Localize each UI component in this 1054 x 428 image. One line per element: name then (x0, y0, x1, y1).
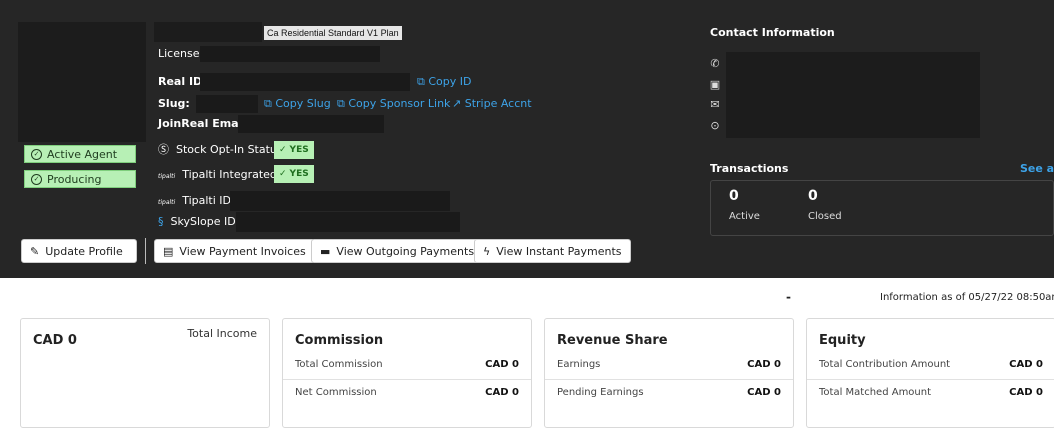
skyslope-id-label: § SkySlope ID: (158, 215, 240, 228)
closed-count: 0 (808, 188, 818, 204)
income-card: CAD 0 Total Income (20, 318, 270, 428)
pencil-icon: ✎ (30, 244, 40, 258)
dollar-circle-icon: Ⓢ (158, 143, 169, 156)
slug-value-redacted (196, 95, 258, 113)
real-id-value-redacted (200, 73, 410, 91)
equity-card: Equity Total Contribution Amount CAD 0 To… (806, 318, 1054, 428)
active-label: Active (729, 211, 760, 222)
id-card-icon: ▣ (709, 78, 721, 91)
list-item: Pending Earnings CAD 0 (545, 379, 793, 405)
tipalti-integrated-value: ✓ YES (274, 165, 314, 183)
copy-icon: ⧉ (337, 97, 345, 110)
copy-id-link[interactable]: ⧉ Copy ID (417, 75, 471, 89)
list-item: Total Commission CAD 0 (295, 358, 519, 370)
commission-title: Commission (295, 333, 384, 348)
revenue-share-title: Revenue Share (557, 333, 668, 348)
see-all-link[interactable]: See all (1020, 162, 1054, 176)
view-outgoing-payments-button[interactable]: ▬ View Outgoing Payments (311, 239, 484, 263)
equity-title: Equity (819, 333, 866, 348)
info-timestamp: Information as of 05/27/22 08:50am (880, 292, 1054, 303)
tipalti-id-value-redacted (230, 191, 450, 211)
card-icon: ▬ (320, 244, 331, 258)
avatar (18, 22, 146, 142)
check-icon: ✓ (279, 169, 287, 179)
agent-name-redacted (154, 22, 262, 42)
copy-sponsor-link[interactable]: ⧉ Copy Sponsor Link (337, 97, 450, 111)
external-link-icon: ↗ (452, 97, 462, 110)
bolt-icon: ϟ (483, 244, 491, 258)
mail-icon: ✉ (710, 98, 720, 111)
producing-badge: ✓ Producing (24, 170, 136, 188)
list-item: Earnings CAD 0 (557, 358, 781, 370)
slug-label: Slug: (158, 97, 190, 110)
email-value-redacted (238, 115, 384, 133)
list-item: Total Contribution Amount CAD 0 (819, 358, 1043, 370)
stock-status-label: Ⓢ Stock Opt-In Status (158, 143, 283, 156)
tipalti-logo: tipalti (158, 199, 176, 206)
commission-card: Commission Total Commission CAD 0 Net Com… (282, 318, 532, 428)
dash-separator: - (786, 290, 791, 304)
copy-icon: ⧉ (264, 97, 272, 110)
update-profile-button[interactable]: ✎ Update Profile (21, 239, 137, 263)
active-agent-badge: ✓ Active Agent (24, 145, 136, 163)
revenue-share-card: Revenue Share Earnings CAD 0 Pending Earn… (544, 318, 794, 428)
license-value-redacted (200, 46, 380, 62)
check-circle-icon: ✓ (31, 173, 42, 185)
stripe-account-link[interactable]: ↗ Stripe Accnt (452, 97, 532, 111)
list-item: Net Commission CAD 0 (283, 379, 531, 405)
stock-status-value: ✓ YES (274, 141, 314, 159)
phone-icon: ✆ (710, 57, 720, 70)
closed-label: Closed (808, 211, 842, 222)
license-label: License (158, 47, 200, 60)
tipalti-integrated-label: tipalti Tipalti Integrated? (158, 168, 283, 181)
income-label: Total Income (187, 327, 257, 340)
contact-title: Contact Information (710, 26, 835, 39)
check-circle-icon: ✓ (31, 148, 42, 160)
agent-header: Ca Residential Standard V1 Plan License … (0, 0, 1054, 278)
skyslope-icon: § (158, 215, 164, 228)
copy-slug-link[interactable]: ⧉ Copy Slug (264, 97, 331, 111)
view-instant-payments-button[interactable]: ϟ View Instant Payments (474, 239, 631, 263)
email-label: JoinReal Email: (158, 117, 251, 130)
location-pin-icon: ⊙ (710, 119, 720, 132)
document-icon: ▤ (163, 244, 174, 258)
check-icon: ✓ (279, 145, 287, 155)
plan-badge: Ca Residential Standard V1 Plan (264, 26, 402, 40)
income-value: CAD 0 (33, 333, 77, 348)
divider (145, 238, 146, 264)
skyslope-id-value-redacted (236, 212, 460, 232)
transactions-title: Transactions (710, 162, 789, 175)
copy-icon: ⧉ (417, 75, 425, 88)
active-count: 0 (729, 188, 739, 204)
list-item: Total Matched Amount CAD 0 (807, 379, 1054, 405)
view-payment-invoices-button[interactable]: ▤ View Payment Invoices (154, 239, 315, 263)
transactions-summary (710, 180, 1054, 236)
contact-details-redacted (726, 52, 980, 138)
tipalti-logo: tipalti (158, 173, 176, 180)
tipalti-id-label: tipalti Tipalti ID: (158, 194, 235, 207)
